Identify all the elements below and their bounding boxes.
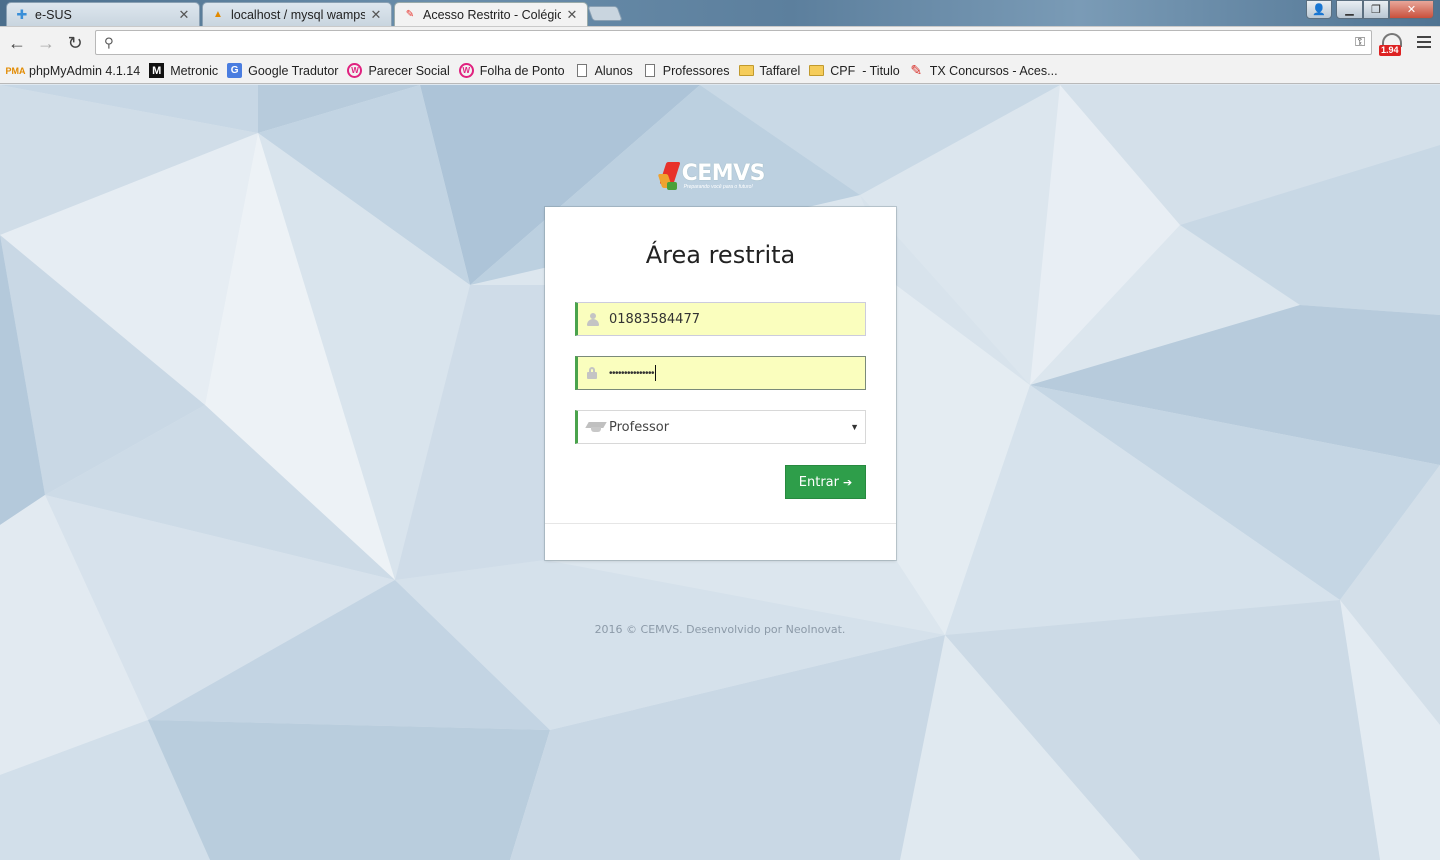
username-field[interactable] xyxy=(575,302,866,336)
bookmark-label: Parecer Social xyxy=(368,63,450,78)
user-icon xyxy=(587,312,599,326)
puzzle-icon: ✚ xyxy=(16,6,28,22)
menu-icon[interactable] xyxy=(1417,36,1431,51)
bookmark-phpmyadmin[interactable]: PMA phpMyAdmin 4.1.14 xyxy=(6,60,146,82)
new-tab-button[interactable] xyxy=(587,6,623,21)
role-select-value: Professor xyxy=(609,419,670,435)
bookmark-metronic[interactable]: M Metronic xyxy=(147,60,224,82)
bookmark-folha-de-ponto[interactable]: W Folha de Ponto xyxy=(457,60,571,82)
bookmark-parecer-social[interactable]: W Parecer Social xyxy=(345,60,455,82)
cemvs-logo-icon xyxy=(657,160,681,192)
card-divider xyxy=(545,523,896,524)
bookmark-label: Taffarel xyxy=(759,63,801,78)
enter-button[interactable]: Entrar ➔ xyxy=(785,465,866,499)
password-field[interactable]: ••••••••••••••• xyxy=(575,356,866,390)
bookmark-label: Folha de Ponto xyxy=(479,63,565,78)
bookmark-professores[interactable]: Professores xyxy=(640,60,736,82)
folder-icon xyxy=(809,65,825,76)
bookmark-label: TX Concursos - Aces... xyxy=(929,63,1058,78)
tab-phpmyadmin[interactable]: ▲ localhost / mysql wampser ✕ xyxy=(202,2,392,26)
bookmark-label: Professores xyxy=(662,63,730,78)
close-icon[interactable]: ✕ xyxy=(565,7,579,23)
bookmark-google-tradutor[interactable]: G Google Tradutor xyxy=(225,60,344,82)
maximize-button[interactable]: ❐ xyxy=(1363,0,1389,19)
bookmark-label: Metronic xyxy=(170,63,219,78)
tx-icon: ✎ xyxy=(910,62,923,78)
graduation-cap-icon xyxy=(585,422,607,432)
bookmark-tx-concursos[interactable]: ✎ TX Concursos - Aces... xyxy=(907,60,1064,82)
logo-word: CEMVS xyxy=(681,160,766,186)
tab-title: e-SUS xyxy=(35,7,72,22)
tab-title: localhost / mysql wampser xyxy=(231,7,365,22)
folder-icon xyxy=(738,65,754,76)
tab-esus[interactable]: ✚ e-SUS ✕ xyxy=(6,2,200,26)
tab-title: Acesso Restrito - Colégio E xyxy=(423,7,561,22)
phpmyadmin-icon: ▲ xyxy=(213,9,223,20)
reload-icon[interactable]: ↻ xyxy=(64,32,86,54)
bookmark-cpf-titulo[interactable]: CPF - Titulo xyxy=(807,60,905,82)
footer-copyright: 2016 © CEMVS. Desenvolvido por NeoInovat… xyxy=(594,623,846,636)
password-input[interactable]: ••••••••••••••• xyxy=(609,368,655,379)
window-close-button[interactable]: ✕ xyxy=(1389,0,1434,19)
cemvs-icon: ✎ xyxy=(405,9,415,20)
enter-button-label: Entrar xyxy=(798,474,839,490)
cemvs-logo: CEMVS Preparando você para o futuro! xyxy=(657,158,766,194)
back-arrow-icon[interactable]: ← xyxy=(6,32,28,54)
bookmark-alunos[interactable]: Alunos xyxy=(572,60,639,82)
google-translate-icon: G xyxy=(227,63,243,78)
address-bar[interactable]: ⚲ ⚿ xyxy=(95,30,1372,55)
text-caret xyxy=(655,365,657,381)
role-select[interactable]: Professor ▼ xyxy=(575,410,866,444)
close-icon[interactable]: ✕ xyxy=(177,7,191,23)
browser-toolbar: ← → ↻ ⚲ ⚿ 1.94 xyxy=(0,26,1440,58)
page-viewport: CEMVS Preparando você para o futuro! Áre… xyxy=(0,85,1440,860)
window-controls: 👤 ▁ ❐ ✕ xyxy=(1306,0,1434,19)
chevron-down-icon: ▼ xyxy=(850,422,859,432)
lock-icon xyxy=(587,367,597,379)
page-icon xyxy=(576,64,587,77)
logo-tagline: Preparando você para o futuro! xyxy=(683,183,753,190)
page-icon xyxy=(644,64,655,77)
folha-icon: W xyxy=(458,63,474,78)
tab-acesso-restrito[interactable]: ✎ Acesso Restrito - Colégio E ✕ xyxy=(394,2,588,26)
tab-strip: ✚ e-SUS ✕ ▲ localhost / mysql wampser ✕ … xyxy=(0,0,1440,26)
bookmarks-bar: PMA phpMyAdmin 4.1.14 M Metronic G Googl… xyxy=(0,58,1440,84)
bookmark-label: CPF - Titulo xyxy=(830,63,900,78)
user-icon[interactable]: 👤 xyxy=(1306,0,1332,19)
page-title: Área restrita xyxy=(645,241,796,269)
metronic-icon: M xyxy=(149,63,165,78)
close-icon[interactable]: ✕ xyxy=(369,7,383,23)
login-card: Área restrita ••••••••••••••• Professor … xyxy=(545,207,896,560)
bookmark-taffarel[interactable]: Taffarel xyxy=(737,60,807,82)
key-icon[interactable]: ⚿ xyxy=(1355,34,1365,50)
minimize-button[interactable]: ▁ xyxy=(1336,0,1363,19)
sign-in-icon: ➔ xyxy=(843,475,853,489)
extension-badge: 1.94 xyxy=(1379,45,1401,56)
folha-icon: W xyxy=(347,63,363,78)
phpmyadmin-icon: PMA xyxy=(5,65,26,76)
bookmark-label: Google Tradutor xyxy=(248,63,339,78)
username-input[interactable] xyxy=(609,311,849,327)
bookmark-label: Alunos xyxy=(594,63,633,78)
search-icon: ⚲ xyxy=(104,35,114,50)
extension-gauge-icon[interactable]: 1.94 xyxy=(1379,31,1404,56)
forward-arrow-icon[interactable]: → xyxy=(35,32,57,54)
bookmark-label: phpMyAdmin 4.1.14 xyxy=(29,63,141,78)
